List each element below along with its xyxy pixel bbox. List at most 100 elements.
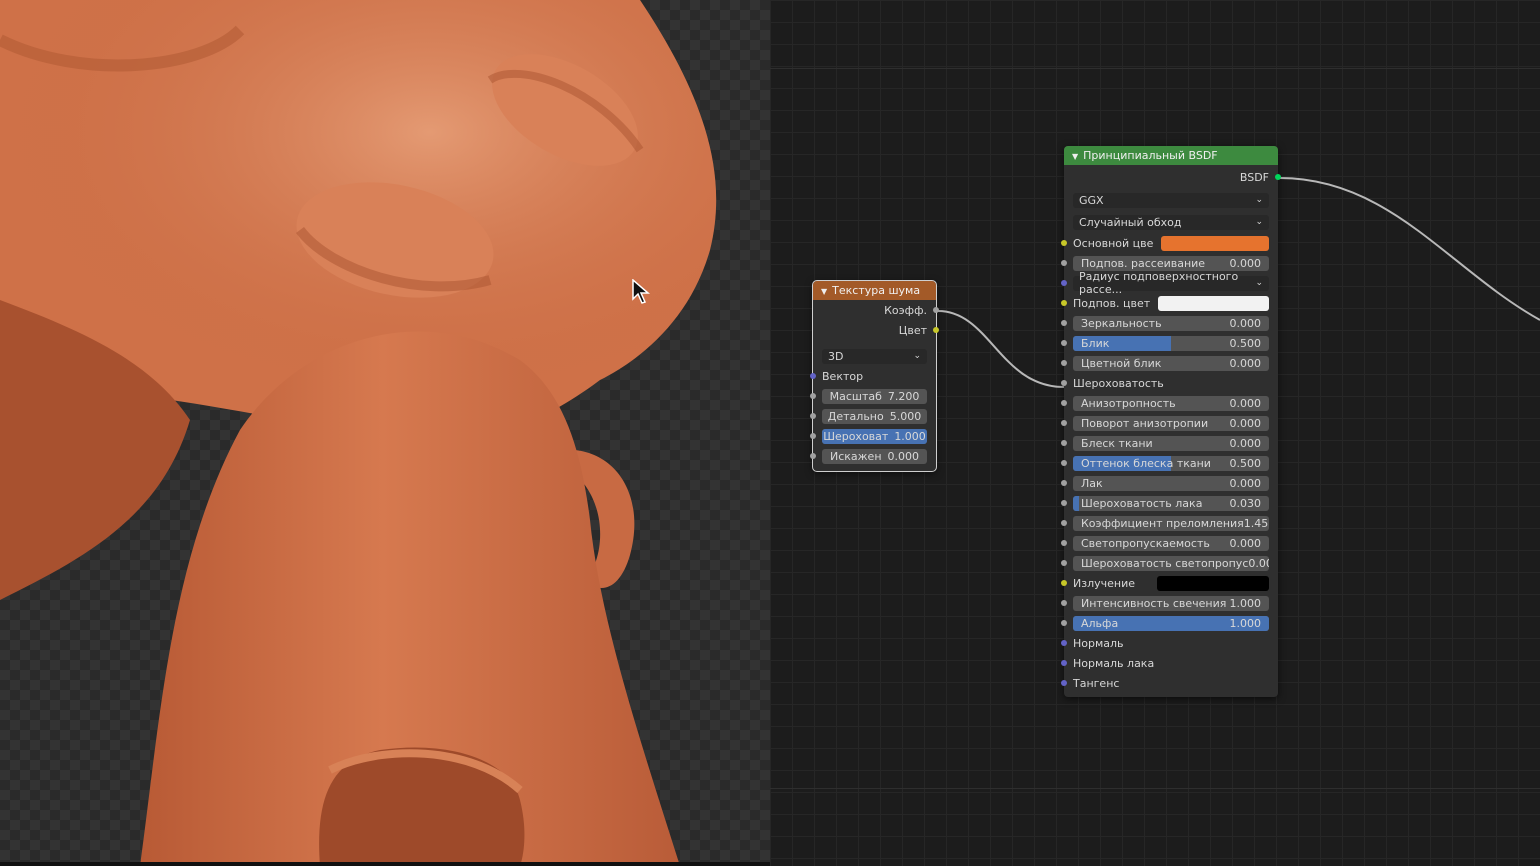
roughness-input: Шероховатость	[1061, 373, 1278, 393]
clearcoat-normal-input: Нормаль лака	[1061, 653, 1278, 673]
socket-icon[interactable]	[1061, 620, 1067, 626]
subsurface-radius-dropdown[interactable]: Радиус подповерхностного рассе... ⌄	[1073, 270, 1269, 296]
socket-icon[interactable]	[1061, 560, 1067, 566]
socket-icon[interactable]	[1061, 540, 1067, 546]
emission-strength-field[interactable]: Интенсивность свечения 1.000	[1073, 595, 1269, 611]
specular-field[interactable]: Блик 0.500	[1073, 335, 1269, 351]
output-color: Цвет	[813, 320, 939, 340]
clearcoat-roughness-input: Шероховатость лака 0.030	[1061, 493, 1278, 513]
socket-icon[interactable]	[1061, 460, 1067, 466]
field-fill	[1073, 495, 1079, 511]
transmission-roughness-field[interactable]: Шероховатость светопропус0.000	[1073, 555, 1269, 571]
scale-field[interactable]: Масштаб 7.200	[822, 388, 927, 404]
socket-icon[interactable]	[1061, 280, 1067, 286]
distribution-row: GGX ⌄	[1064, 189, 1278, 211]
chevron-down-icon: ⌄	[1255, 278, 1263, 288]
emission-input: Излучение	[1061, 573, 1278, 593]
sheen-input: Блеск ткани 0.000	[1061, 433, 1278, 453]
chevron-down-icon: ⌄	[1255, 217, 1263, 227]
anisotropic-input: Анизотропность 0.000	[1061, 393, 1278, 413]
subsurface-field[interactable]: Подпов. рассеивание 0.000	[1073, 255, 1269, 271]
alpha-input: Альфа 1.000	[1061, 613, 1278, 633]
socket-icon[interactable]	[1061, 380, 1067, 386]
transmission-roughness-input: Шероховатость светопропус0.000	[1061, 553, 1278, 573]
socket-icon[interactable]	[1061, 240, 1067, 246]
socket-icon[interactable]	[933, 327, 939, 333]
bsdf-output-link	[1279, 177, 1540, 321]
noise-texture-node[interactable]: ▼ Текстура шума Коэфф. Цвет 3D ⌄ Вектор Ма…	[810, 280, 939, 472]
mouse-pointer-icon	[632, 279, 651, 304]
scale-input: Масштаб 7.200	[810, 386, 936, 406]
node-header[interactable]: ▼ Текстура шума	[813, 281, 936, 300]
anisotropic-rotation-input: Поворот анизотропии 0.000	[1061, 413, 1278, 433]
clearcoat-roughness-field[interactable]: Шероховатость лака 0.030	[1073, 495, 1269, 511]
socket-icon[interactable]	[1061, 680, 1067, 686]
principled-bsdf-node[interactable]: ▼ Принципиальный BSDF BSDF GGX ⌄ Случайный…	[1061, 146, 1281, 697]
chevron-down-icon: ⌄	[1255, 195, 1263, 205]
transmission-field[interactable]: Светопропускаемость 0.000	[1073, 535, 1269, 551]
specular-tint-input: Цветной блик 0.000	[1061, 353, 1278, 373]
socket-icon[interactable]	[1061, 600, 1067, 606]
distortion-input: Искажен 0.000	[810, 446, 936, 466]
detail-input: Детально 5.000	[810, 406, 936, 426]
base-color-input: Основной цве	[1061, 233, 1278, 253]
anisotropic-rotation-field[interactable]: Поворот анизотропии 0.000	[1073, 415, 1269, 431]
socket-icon[interactable]	[1061, 640, 1067, 646]
output-bsdf: BSDF	[1064, 165, 1281, 189]
socket-icon[interactable]	[1061, 300, 1067, 306]
3d-viewport[interactable]	[0, 0, 770, 866]
socket-icon[interactable]	[933, 307, 939, 313]
roughness-field[interactable]: Шероховат 1.000	[822, 428, 927, 444]
socket-icon[interactable]	[1061, 360, 1067, 366]
distribution-dropdown[interactable]: GGX ⌄	[1073, 192, 1269, 208]
normal-input: Нормаль	[1061, 633, 1278, 653]
socket-icon[interactable]	[1061, 480, 1067, 486]
transmission-input: Светопропускаемость 0.000	[1061, 533, 1278, 553]
socket-icon[interactable]	[1061, 580, 1067, 586]
socket-icon[interactable]	[1061, 520, 1067, 526]
socket-icon[interactable]	[1061, 320, 1067, 326]
ior-field[interactable]: Коэффициент преломления1.450	[1073, 515, 1269, 531]
anisotropic-field[interactable]: Анизотропность 0.000	[1073, 395, 1269, 411]
subsurface-radius-input: Радиус подповерхностного рассе... ⌄	[1061, 270, 1278, 296]
socket-icon[interactable]	[1061, 420, 1067, 426]
emission-color-swatch[interactable]	[1157, 575, 1269, 591]
sheen-tint-field[interactable]: Оттенок блеска ткани 0.500	[1073, 455, 1269, 471]
detail-field[interactable]: Детально 5.000	[822, 408, 927, 424]
clearcoat-field[interactable]: Лак 0.000	[1073, 475, 1269, 491]
socket-icon[interactable]	[810, 433, 816, 439]
subsurface-method-row: Случайный обход ⌄	[1064, 211, 1278, 233]
collapse-triangle-icon[interactable]: ▼	[1072, 152, 1078, 161]
roughness-input: Шероховат 1.000	[810, 426, 936, 446]
chevron-down-icon: ⌄	[913, 351, 921, 361]
dimension-dropdown[interactable]: 3D ⌄	[822, 348, 927, 364]
socket-icon[interactable]	[1061, 400, 1067, 406]
distortion-field[interactable]: Искажен 0.000	[822, 448, 927, 464]
socket-icon[interactable]	[1061, 260, 1067, 266]
metallic-field[interactable]: Зеркальность 0.000	[1073, 315, 1269, 331]
socket-icon[interactable]	[1061, 500, 1067, 506]
socket-icon[interactable]	[810, 413, 816, 419]
socket-icon[interactable]	[810, 453, 816, 459]
socket-icon[interactable]	[1061, 440, 1067, 446]
shader-node-editor[interactable]: ▼ Текстура шума Коэфф. Цвет 3D ⌄ Вектор Ма…	[770, 0, 1540, 866]
metallic-input: Зеркальность 0.000	[1061, 313, 1278, 333]
specular-tint-field[interactable]: Цветной блик 0.000	[1073, 355, 1269, 371]
socket-icon[interactable]	[810, 393, 816, 399]
subsurface-method-dropdown[interactable]: Случайный обход ⌄	[1073, 214, 1269, 230]
alpha-field[interactable]: Альфа 1.000	[1073, 615, 1269, 631]
socket-icon[interactable]	[1061, 660, 1067, 666]
sheen-field[interactable]: Блеск ткани 0.000	[1073, 435, 1269, 451]
sheen-tint-input: Оттенок блеска ткани 0.500	[1061, 453, 1278, 473]
tangent-input: Тангенс	[1061, 673, 1278, 693]
subsurface-color-swatch[interactable]	[1158, 295, 1269, 311]
socket-icon[interactable]	[1061, 340, 1067, 346]
base-color-swatch[interactable]	[1161, 235, 1269, 251]
socket-icon[interactable]	[1275, 174, 1281, 180]
node-header[interactable]: ▼ Принципиальный BSDF	[1064, 146, 1278, 165]
noise-to-roughness-link	[937, 310, 1065, 388]
collapse-triangle-icon[interactable]: ▼	[821, 287, 827, 296]
socket-icon[interactable]	[810, 373, 816, 379]
vector-input: Вектор	[810, 366, 936, 386]
monkey-model-render	[0, 0, 770, 866]
